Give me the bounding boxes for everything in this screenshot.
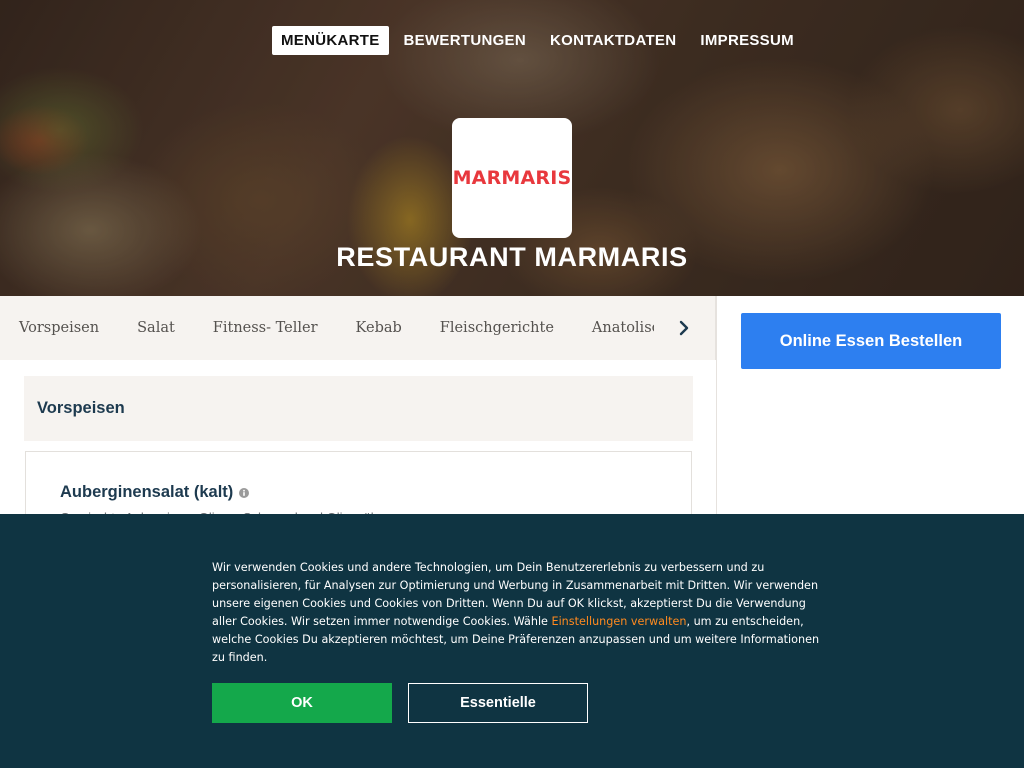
nav-item-impressum[interactable]: IMPRESSUM bbox=[691, 26, 803, 55]
dish-name-row: Auberginensalat (kalt) bbox=[60, 483, 250, 502]
chevron-right-icon[interactable] bbox=[672, 316, 696, 340]
restaurant-logo: MARMARIS bbox=[452, 118, 572, 238]
category-scroll: Vorspeisen Salat Fitness- Teller Kebab F… bbox=[0, 296, 654, 360]
info-icon[interactable] bbox=[239, 487, 250, 498]
category-vorspeisen[interactable]: Vorspeisen bbox=[19, 320, 99, 336]
nav-item-kontaktdaten[interactable]: KONTAKTDATEN bbox=[541, 26, 685, 55]
category-bar: Vorspeisen Salat Fitness- Teller Kebab F… bbox=[0, 296, 716, 360]
category-salat[interactable]: Salat bbox=[137, 320, 175, 336]
dish-name: Auberginensalat (kalt) bbox=[60, 483, 234, 501]
category-fitness-teller[interactable]: Fitness- Teller bbox=[213, 320, 318, 336]
logo-text: MARMARIS bbox=[452, 167, 572, 189]
order-online-button[interactable]: Online Essen Bestellen bbox=[741, 313, 1001, 369]
category-kebab[interactable]: Kebab bbox=[356, 320, 402, 336]
cookie-banner: Wir verwenden Cookies und andere Technol… bbox=[0, 514, 1024, 768]
nav-item-menukarte[interactable]: MENÜKARTE bbox=[272, 26, 389, 55]
nav-item-bewertungen[interactable]: BEWERTUNGEN bbox=[395, 26, 535, 55]
cookie-settings-link[interactable]: Einstellungen verwalten bbox=[552, 615, 687, 628]
section-header: Vorspeisen bbox=[24, 376, 693, 441]
cookie-text: Wir verwenden Cookies und andere Technol… bbox=[212, 559, 820, 667]
category-anatolische-speisen[interactable]: Anatolische Spe bbox=[592, 320, 654, 336]
restaurant-name: RESTAURANT MARMARIS bbox=[336, 242, 688, 272]
section-title: Vorspeisen bbox=[37, 399, 125, 417]
hero-banner: MENÜKARTE BEWERTUNGEN KONTAKTDATEN IMPRE… bbox=[0, 0, 1024, 296]
cookie-essential-button[interactable]: Essentielle bbox=[408, 683, 588, 723]
top-nav: MENÜKARTE BEWERTUNGEN KONTAKTDATEN IMPRE… bbox=[272, 26, 809, 55]
cookie-ok-button[interactable]: OK bbox=[212, 683, 392, 723]
category-fleischgerichte[interactable]: Fleischgerichte bbox=[440, 320, 554, 336]
